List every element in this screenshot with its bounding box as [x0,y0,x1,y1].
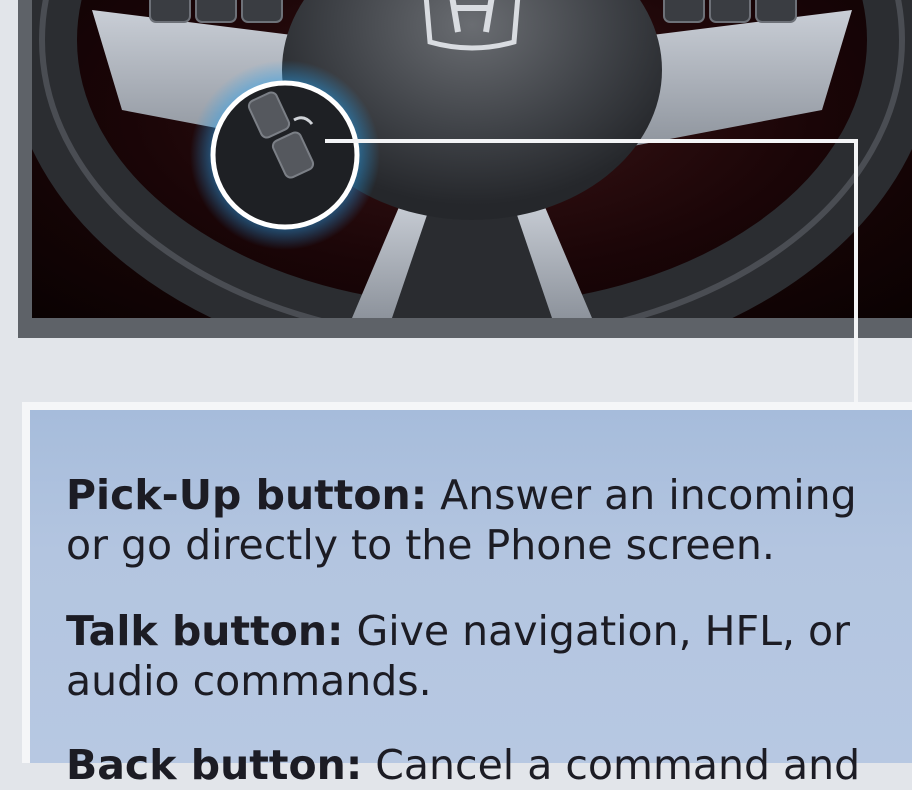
left-control-buttons [149,0,283,23]
back-button-term: Back button: [66,741,363,789]
callout-line-vertical [854,139,858,404]
talk-button-text: Give navigation, HFL, or [356,607,850,655]
talk-button-text-continued: audio commands. [66,657,432,705]
steering-wheel-photo-frame [18,0,912,338]
pick-up-button-description-line2: or go directly to the Phone screen. [66,520,775,570]
pick-up-button-term: Pick-Up button: [66,471,428,519]
back-button-text: Cancel a command and [375,741,861,789]
talk-button-term: Talk button: [66,607,344,655]
right-control-buttons [663,0,797,23]
pick-up-button-text-continued: or go directly to the Phone screen. [66,521,775,569]
callout-line-horizontal [325,139,858,143]
talk-button-description-line1: Talk button: Give navigation, HFL, or [66,606,850,656]
pick-up-button-text: Answer an incoming [440,471,857,519]
steering-wheel-illustration [32,0,912,318]
talk-button-description-line2: audio commands. [66,656,432,706]
back-button-description-line1: Back button: Cancel a command and [66,740,860,790]
pick-up-button-description-line1: Pick-Up button: Answer an incoming [66,470,857,520]
steering-wheel-photo [32,0,912,318]
button-descriptions-panel [22,402,912,763]
